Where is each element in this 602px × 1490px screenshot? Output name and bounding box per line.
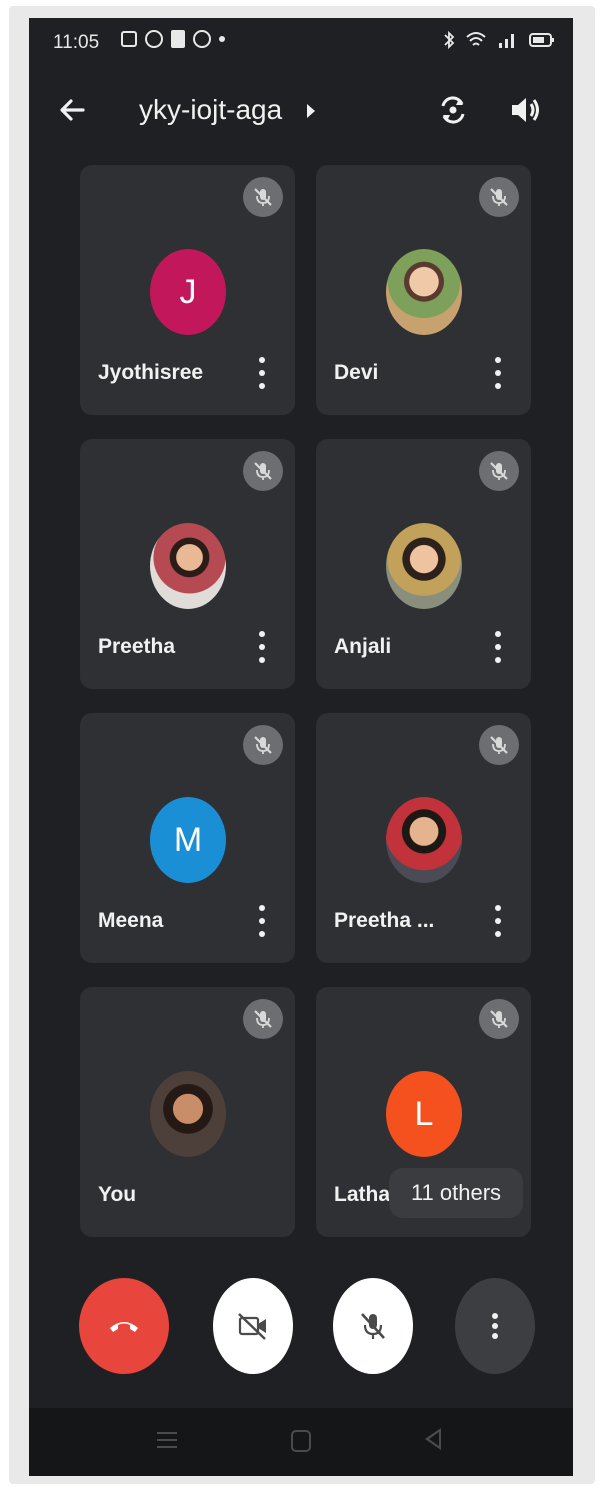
- avatar-photo: [386, 797, 462, 883]
- mic-off-icon: [254, 1010, 272, 1028]
- home-icon[interactable]: [291, 1430, 311, 1452]
- meeting-details-chevron-icon[interactable]: [307, 104, 315, 118]
- participant-tile[interactable]: M Meena: [80, 713, 295, 963]
- participant-name: Meena: [98, 909, 164, 932]
- notification-icons: [121, 30, 225, 48]
- participant-tile[interactable]: J Jyothisree: [80, 165, 295, 415]
- mic-off-badge: [479, 451, 519, 491]
- participant-tile[interactable]: Anjali: [316, 439, 531, 689]
- battery-icon: [529, 33, 554, 47]
- avatar-photo: [150, 523, 226, 609]
- mic-off-badge: [479, 177, 519, 217]
- mic-off-icon: [254, 736, 272, 754]
- flip-camera-icon[interactable]: [433, 90, 473, 130]
- mic-off-badge: [243, 725, 283, 765]
- notification-square-icon: [121, 31, 137, 47]
- avatar-photo: [386, 523, 462, 609]
- avatar: J: [150, 249, 226, 335]
- participant-name: Latha: [334, 1183, 391, 1206]
- participant-tile[interactable]: Preetha ...: [316, 713, 531, 963]
- camera-toggle-button[interactable]: [213, 1278, 293, 1374]
- camera-off-icon: [238, 1313, 266, 1340]
- mic-off-badge: [243, 451, 283, 491]
- more-vert-icon[interactable]: [257, 631, 267, 663]
- end-call-button[interactable]: [79, 1278, 169, 1374]
- app-bar: yky-iojt-aga: [29, 84, 573, 144]
- participant-tile[interactable]: You: [80, 987, 295, 1237]
- participant-name: Jyothisree: [98, 361, 204, 384]
- avatar-photo: [150, 1071, 226, 1157]
- status-bar: 11:05: [29, 18, 573, 68]
- system-icons: [443, 30, 555, 50]
- more-vert-icon[interactable]: [493, 631, 503, 663]
- bluetooth-icon: [444, 30, 455, 50]
- back-arrow-icon[interactable]: [55, 92, 91, 128]
- participant-name: You: [98, 1183, 137, 1206]
- mic-off-icon: [361, 1313, 385, 1339]
- mic-off-icon: [490, 1010, 508, 1028]
- mic-off-icon: [254, 462, 272, 480]
- participant-tile[interactable]: Preetha: [80, 439, 295, 689]
- meet-screen: 11:05 yky-iojt-aga J Jyothisree Devi Pre…: [29, 18, 573, 1476]
- mic-off-icon: [490, 736, 508, 754]
- meeting-code[interactable]: yky-iojt-aga: [139, 94, 282, 126]
- whatsapp-icon: [145, 30, 163, 48]
- participant-name: Anjali: [334, 635, 392, 658]
- participant-tile[interactable]: Devi: [316, 165, 531, 415]
- notes-icon: [171, 30, 185, 48]
- others-chip[interactable]: 11 others: [389, 1168, 523, 1218]
- avatar: M: [150, 797, 226, 883]
- signal-icon: [499, 34, 514, 48]
- mic-toggle-button[interactable]: [333, 1278, 413, 1374]
- mic-off-badge: [243, 999, 283, 1039]
- mic-off-badge: [243, 177, 283, 217]
- avatar-photo: [386, 249, 462, 335]
- more-vert-icon[interactable]: [493, 357, 503, 389]
- back-icon-inner: [429, 1432, 439, 1446]
- participant-name: Devi: [334, 361, 379, 384]
- more-vert-icon[interactable]: [257, 357, 267, 389]
- more-options-button[interactable]: [455, 1278, 535, 1374]
- status-time: 11:05: [53, 32, 100, 53]
- wifi-icon: [466, 32, 486, 46]
- more-vert-icon[interactable]: [493, 905, 503, 937]
- call-controls: [29, 1268, 573, 1398]
- mic-off-icon: [490, 188, 508, 206]
- avatar: L: [386, 1071, 462, 1157]
- more-vert-icon: [492, 1313, 498, 1339]
- participant-name: Preetha ...: [334, 909, 435, 932]
- recents-icon[interactable]: [157, 1432, 177, 1448]
- mic-off-icon: [254, 188, 272, 206]
- mic-off-badge: [479, 999, 519, 1039]
- more-vert-icon[interactable]: [257, 905, 267, 937]
- system-nav-bar: [29, 1408, 573, 1476]
- participant-name: Preetha: [98, 635, 176, 658]
- mic-off-icon: [490, 462, 508, 480]
- speaker-icon[interactable]: [507, 92, 543, 128]
- end-call-icon: [110, 1322, 138, 1332]
- mic-off-badge: [479, 725, 519, 765]
- more-notifications-icon: [219, 36, 225, 42]
- messenger-icon: [193, 30, 211, 48]
